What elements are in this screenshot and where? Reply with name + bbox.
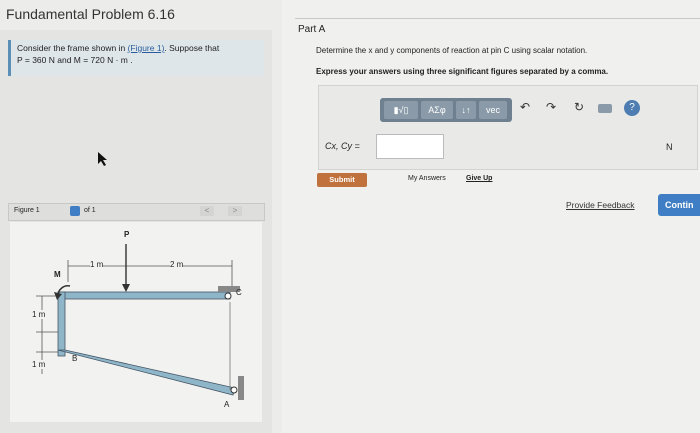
problem-text-2: . Suppose that — [164, 43, 220, 53]
dim-1m-vert-2: 1 m — [32, 360, 46, 369]
prev-figure-button[interactable]: < — [200, 206, 214, 216]
figure-toolbar — [8, 203, 265, 221]
dim-1m-vert: 1 m — [32, 310, 46, 319]
problem-values: P = 360 N and M = 720 N · m . — [17, 55, 133, 65]
math-toolbar: ▮√▯ ΑΣφ ↓↑ vec — [380, 98, 512, 122]
undo-icon[interactable]: ↶ — [520, 100, 530, 114]
reset-icon[interactable]: ↻ — [574, 100, 584, 114]
templates-button[interactable]: ▮√▯ — [384, 101, 418, 119]
instruction-text: Express your answers using three signifi… — [316, 67, 609, 76]
greek-button[interactable]: ΑΣφ — [421, 101, 453, 119]
continue-button[interactable]: Contin — [658, 194, 700, 216]
figure-select-dropdown[interactable] — [70, 206, 80, 216]
mouse-cursor-icon — [98, 152, 108, 171]
figure-link[interactable]: (Figure 1) — [128, 43, 165, 53]
right-panel — [282, 0, 700, 433]
unit-label: N — [666, 142, 673, 152]
part-title: Part A — [298, 24, 326, 35]
figure-count: of 1 — [84, 207, 96, 214]
problem-statement: Consider the frame shown in (Figure 1). … — [8, 40, 264, 76]
provide-feedback-link[interactable]: Provide Feedback — [566, 200, 635, 210]
frame-diagram — [36, 244, 244, 400]
my-answers-link[interactable]: My Answers — [408, 175, 446, 182]
label-b: B — [72, 354, 78, 363]
figure-image: P M C B A 1 m 2 m 1 m 1 m — [10, 222, 262, 422]
help-icon[interactable]: ? — [624, 100, 640, 116]
divider — [295, 18, 700, 19]
dim-1m: 1 m — [90, 260, 104, 269]
dim-2m: 2 m — [170, 260, 184, 269]
vector-button[interactable]: vec — [479, 101, 507, 119]
label-p: P — [124, 230, 130, 239]
label-m: M — [54, 270, 61, 279]
redo-icon[interactable]: ↷ — [546, 100, 556, 114]
next-figure-button[interactable]: > — [228, 206, 242, 216]
page-title: Fundamental Problem 6.16 — [6, 6, 175, 22]
figure-label: Figure 1 — [14, 207, 40, 214]
keyboard-icon[interactable] — [598, 104, 612, 113]
label-a: A — [224, 400, 230, 409]
submit-button[interactable]: Submit — [317, 173, 367, 187]
give-up-link[interactable]: Give Up — [466, 175, 492, 182]
answer-label: Cx, Cy = — [325, 141, 360, 151]
question-text: Determine the x and y components of reac… — [316, 46, 588, 55]
problem-text: Consider the frame shown in — [17, 43, 128, 53]
label-c: C — [236, 288, 242, 297]
arrows-button[interactable]: ↓↑ — [456, 101, 476, 119]
answer-input[interactable] — [376, 134, 444, 159]
